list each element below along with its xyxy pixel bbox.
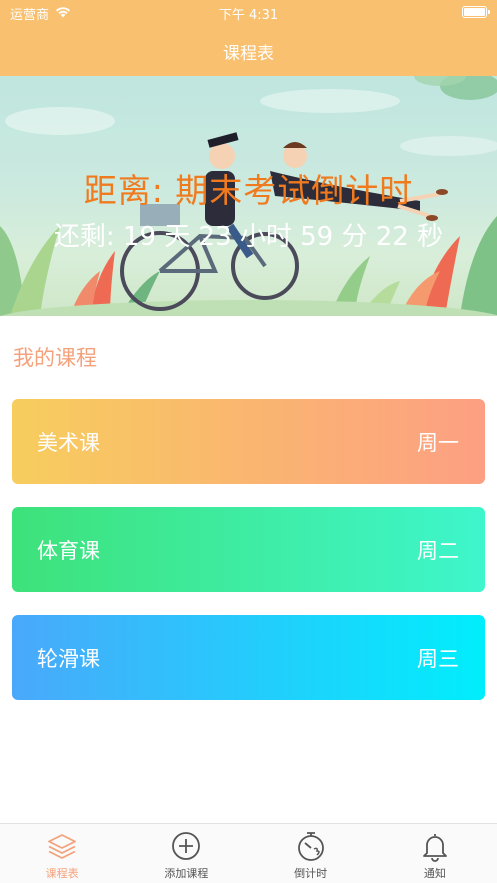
tab-bar: 课程表 添加课程 倒计时 通知 — [0, 823, 497, 883]
bell-icon — [419, 830, 451, 862]
course-card[interactable]: 轮滑课 周三 — [12, 615, 485, 700]
countdown-remaining: 还剩: 19 天 23 小时 59 分 22 秒 — [53, 222, 444, 252]
plus-circle-icon — [170, 830, 202, 862]
course-card[interactable]: 体育课 周二 — [12, 507, 485, 592]
tab-add-course[interactable]: 添加课程 — [124, 824, 248, 883]
status-bar: 运营商 下午 4:31 — [0, 0, 497, 26]
tab-label: 通知 — [423, 867, 446, 880]
tab-label: 添加课程 — [164, 867, 209, 880]
nav-bar: 课程表 — [0, 26, 497, 76]
course-card[interactable]: 美术课 周一 — [12, 399, 485, 484]
countdown-banner[interactable]: 距离: 期末考试倒计时 还剩: 19 天 23 小时 59 分 22 秒 — [0, 76, 497, 316]
course-name: 轮滑课 — [37, 646, 100, 671]
tab-label: 倒计时 — [294, 867, 328, 880]
course-name: 体育课 — [37, 538, 100, 563]
tab-schedule[interactable]: 课程表 — [0, 824, 124, 883]
countdown-title: 距离: 期末考试倒计时 — [83, 171, 414, 210]
status-time: 下午 4:31 — [218, 8, 279, 23]
battery-icon — [462, 6, 490, 18]
tab-notifications[interactable]: 通知 — [373, 824, 497, 883]
tab-label: 课程表 — [45, 867, 79, 880]
tab-countdown[interactable]: 倒计时 — [249, 824, 373, 883]
layers-icon — [46, 830, 78, 862]
page-title: 课程表 — [223, 43, 274, 64]
stopwatch-icon — [295, 830, 327, 862]
section-title: 我的课程 — [13, 346, 97, 370]
course-day: 周一 — [417, 430, 459, 455]
course-day: 周三 — [417, 646, 459, 671]
course-day: 周二 — [417, 538, 459, 563]
course-name: 美术课 — [37, 430, 100, 455]
